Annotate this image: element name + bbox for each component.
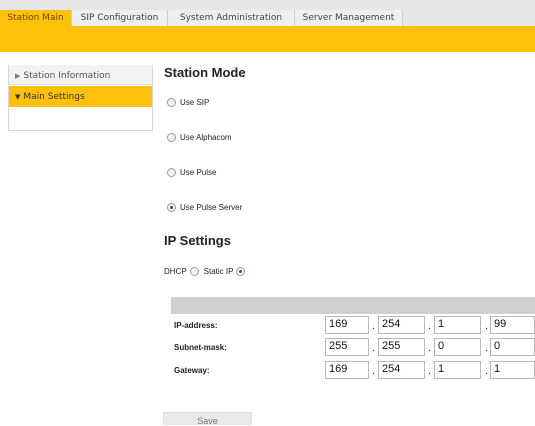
octet-separator: . bbox=[485, 365, 489, 377]
radio-icon[interactable] bbox=[167, 168, 176, 177]
gateway-octet-3[interactable]: 1 bbox=[434, 361, 481, 379]
ip-address-octet-2[interactable]: 254 bbox=[378, 316, 425, 334]
static-ip-radio[interactable] bbox=[236, 267, 246, 276]
chevron-down-icon: ▼ bbox=[15, 93, 21, 101]
gateway-label: Gateway: bbox=[174, 366, 210, 375]
octet-separator: . bbox=[372, 320, 376, 332]
tab-server-management[interactable]: Server Management bbox=[295, 10, 403, 26]
radio-icon[interactable] bbox=[167, 133, 176, 142]
dhcp-radio[interactable] bbox=[189, 267, 199, 276]
dhcp-label: DHCP bbox=[164, 267, 187, 276]
sidebar: ▶ Station Information ▼ Main Settings bbox=[8, 65, 153, 131]
ip-address-octet-3[interactable]: 1 bbox=[434, 316, 481, 334]
radio-label: Use SIP bbox=[180, 98, 210, 107]
static-ip-label: Static IP bbox=[203, 267, 234, 276]
ip-mode-selector: DHCP Static IP bbox=[164, 267, 250, 276]
tab-sip-configuration[interactable]: SIP Configuration bbox=[72, 10, 168, 26]
save-button[interactable]: Save bbox=[163, 412, 252, 426]
radio-use-pulse-server[interactable]: Use Pulse Server bbox=[167, 203, 242, 212]
octet-separator: . bbox=[372, 342, 376, 354]
radio-icon-selected[interactable] bbox=[167, 203, 176, 212]
radio-use-pulse[interactable]: Use Pulse bbox=[167, 168, 216, 177]
subnet-mask-label: Subnet-mask: bbox=[174, 343, 227, 352]
gateway-octet-2[interactable]: 254 bbox=[378, 361, 425, 379]
radio-label: Use Alphacom bbox=[180, 133, 232, 142]
tab-station-main[interactable]: Station Main bbox=[0, 10, 72, 26]
octet-separator: . bbox=[428, 320, 432, 332]
header-accent-bar bbox=[0, 26, 535, 52]
subnet-mask-octet-1[interactable]: 255 bbox=[325, 338, 369, 356]
sidebar-item-station-information[interactable]: ▶ Station Information bbox=[9, 65, 152, 85]
sidebar-item-label: Station Information bbox=[23, 71, 111, 81]
subnet-mask-octet-2[interactable]: 255 bbox=[378, 338, 425, 356]
ip-address-octet-1[interactable]: 169 bbox=[325, 316, 369, 334]
sidebar-item-main-settings[interactable]: ▼ Main Settings bbox=[9, 86, 152, 107]
octet-separator: . bbox=[485, 320, 489, 332]
subnet-mask-octet-3[interactable]: 0 bbox=[434, 338, 481, 356]
subnet-mask-octet-4[interactable]: 0 bbox=[490, 338, 535, 356]
radio-use-alphacom[interactable]: Use Alphacom bbox=[167, 133, 232, 142]
ip-settings-title: IP Settings bbox=[164, 233, 231, 248]
octet-separator: . bbox=[428, 365, 432, 377]
tab-system-administration[interactable]: System Administration bbox=[168, 10, 295, 26]
chevron-right-icon: ▶ bbox=[15, 72, 21, 80]
ip-address-label: IP-address: bbox=[174, 321, 218, 330]
radio-label: Use Pulse Server bbox=[180, 203, 243, 212]
octet-separator: . bbox=[428, 342, 432, 354]
station-mode-title: Station Mode bbox=[164, 65, 246, 80]
ip-table-header bbox=[171, 297, 535, 314]
radio-icon[interactable] bbox=[167, 98, 176, 107]
ip-address-octet-4[interactable]: 99 bbox=[490, 316, 535, 334]
gateway-octet-4[interactable]: 1 bbox=[490, 361, 535, 379]
gateway-octet-1[interactable]: 169 bbox=[325, 361, 369, 379]
octet-separator: . bbox=[372, 365, 376, 377]
octet-separator: . bbox=[485, 342, 489, 354]
radio-use-sip[interactable]: Use SIP bbox=[167, 98, 209, 107]
radio-label: Use Pulse bbox=[180, 168, 217, 177]
sidebar-item-label: Main Settings bbox=[23, 92, 85, 102]
